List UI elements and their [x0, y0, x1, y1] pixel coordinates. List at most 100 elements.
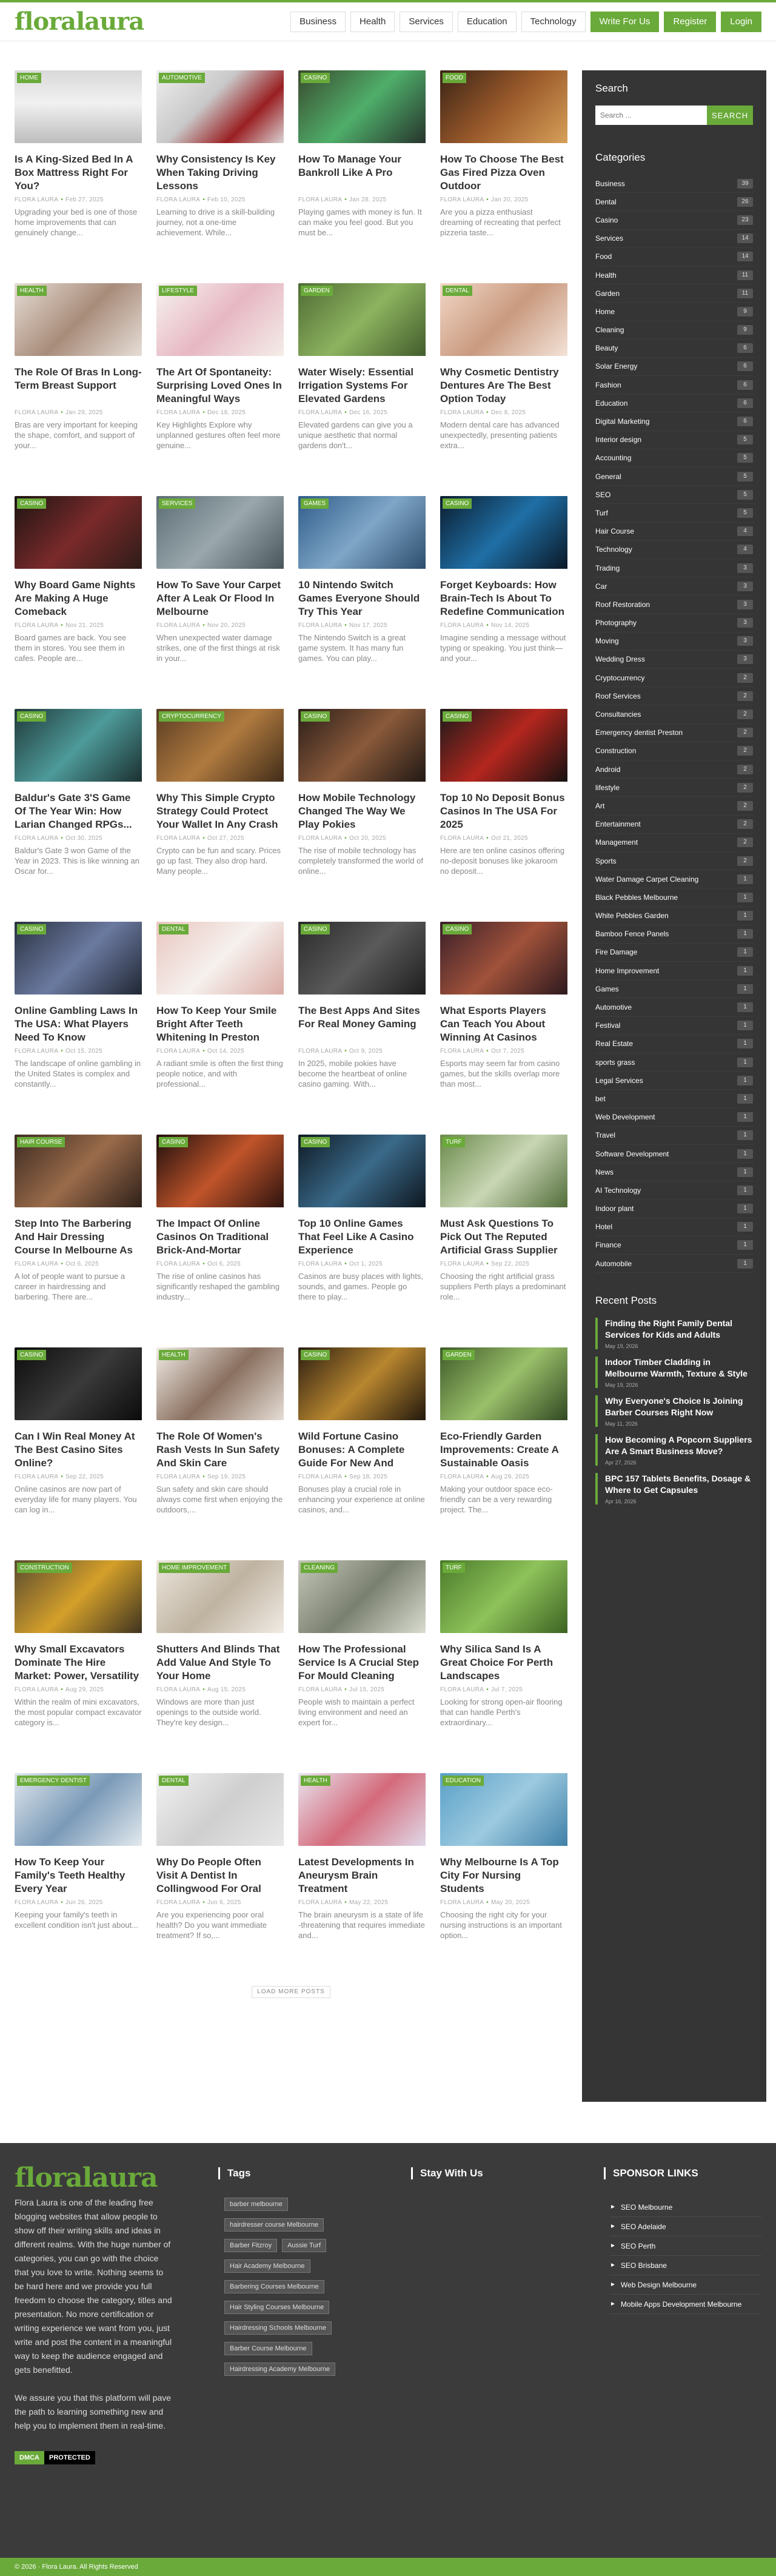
category-item[interactable]: Cryptocurrency 2	[595, 669, 753, 688]
category-badge[interactable]: DENTAL	[159, 924, 189, 934]
post-author[interactable]: FLORA LAURA	[15, 1048, 58, 1055]
category-item[interactable]: General 5	[595, 468, 753, 486]
post-author[interactable]: FLORA LAURA	[298, 835, 342, 842]
dmca-badge[interactable]: DMCA PROTECTED	[15, 2451, 207, 2464]
post-title[interactable]: How To Choose The Best Gas Fired Pizza O…	[440, 153, 567, 193]
tag-link[interactable]: Hairdressing Academy Melbourne	[224, 2363, 336, 2376]
category-name[interactable]: Black Pebbles Melbourne	[595, 893, 678, 902]
category-name[interactable]: Automotive	[595, 1003, 632, 1011]
post-card[interactable]: CASINO How To Manage Your Bankroll Like A…	[298, 70, 426, 261]
category-badge[interactable]: CASINO	[301, 73, 330, 83]
post-title[interactable]: The Impact Of Online Casinos On Traditio…	[156, 1217, 284, 1257]
category-name[interactable]: Interior design	[595, 435, 641, 444]
post-thumbnail[interactable]: DENTAL	[440, 283, 567, 356]
nav-register[interactable]: Register	[664, 11, 717, 32]
post-title[interactable]: 10 Nintendo Switch Games Everyone Should…	[298, 579, 426, 619]
post-thumbnail[interactable]: HOME IMPROVEMENT	[156, 1560, 284, 1633]
category-item[interactable]: Indoor plant 1	[595, 1200, 753, 1218]
sponsor-link-label[interactable]: SEO Brisbane	[621, 2261, 667, 2270]
category-item[interactable]: bet 1	[595, 1090, 753, 1109]
category-badge[interactable]: DENTAL	[159, 1776, 189, 1786]
category-badge[interactable]: HAIR COURSE	[17, 1137, 65, 1147]
category-name[interactable]: Dental	[595, 198, 617, 206]
tag-link[interactable]: Barber Course Melbourne	[224, 2342, 312, 2355]
post-author[interactable]: FLORA LAURA	[15, 835, 58, 842]
post-card[interactable]: CONSTRUCTION Why Small Excavators Dominat…	[15, 1560, 142, 1751]
post-card[interactable]: HAIR COURSE Step Into The Barbering And H…	[15, 1135, 142, 1325]
post-thumbnail[interactable]: FOOD	[440, 70, 567, 143]
category-name[interactable]: Sports	[595, 857, 617, 865]
category-name[interactable]: Entertainment	[595, 820, 641, 828]
sponsor-link-label[interactable]: SEO Perth	[621, 2242, 655, 2250]
sponsor-link-label[interactable]: Web Design Melbourne	[621, 2281, 697, 2289]
category-item[interactable]: Android 2	[595, 760, 753, 779]
post-title[interactable]: Top 10 Online Games That Feel Like A Cas…	[298, 1217, 426, 1257]
post-title[interactable]: How To Manage Your Bankroll Like A Pro	[298, 153, 426, 193]
post-card[interactable]: LIFESTYLE The Art Of Spontaneity: Surpris…	[156, 283, 284, 474]
recent-post-title[interactable]: Indoor Timber Cladding in Melbourne Warm…	[605, 1357, 753, 1380]
nav-business[interactable]: Business	[290, 11, 346, 32]
load-more-button[interactable]: LOAD MORE POSTS	[252, 1986, 330, 1998]
post-card[interactable]: CASINO The Impact Of Online Casinos On Tr…	[156, 1135, 284, 1325]
category-item[interactable]: Emergency dentist Preston 2	[595, 724, 753, 742]
post-title[interactable]: Shutters And Blinds That Add Value And S…	[156, 1643, 284, 1683]
category-item[interactable]: Interior design 5	[595, 431, 753, 449]
category-name[interactable]: Travel	[595, 1131, 615, 1139]
category-name[interactable]: Services	[595, 234, 623, 243]
post-card[interactable]: AUTOMOTIVE Why Consistency Is Key When Ta…	[156, 70, 284, 261]
category-badge[interactable]: CONSTRUCTION	[17, 1563, 72, 1573]
category-name[interactable]: Web Development	[595, 1113, 655, 1121]
post-thumbnail[interactable]: HAIR COURSE	[15, 1135, 142, 1207]
post-card[interactable]: HEALTH The Role Of Women's Rash Vests In …	[156, 1347, 284, 1538]
post-author[interactable]: FLORA LAURA	[156, 1474, 200, 1480]
post-thumbnail[interactable]: GAMES	[298, 496, 426, 569]
post-title[interactable]: How Mobile Technology Changed The Way We…	[298, 791, 426, 831]
category-name[interactable]: Games	[595, 985, 619, 993]
sponsor-link-label[interactable]: Mobile Apps Development Melbourne	[621, 2300, 741, 2309]
category-badge[interactable]: GARDEN	[301, 286, 333, 296]
post-card[interactable]: HOME Is A King-Sized Bed In A Box Mattres…	[15, 70, 142, 261]
recent-post-item[interactable]: How Becoming A Popcorn Suppliers Are A S…	[595, 1434, 753, 1466]
post-thumbnail[interactable]: EMERGENCY DENTIST	[15, 1773, 142, 1846]
category-item[interactable]: Construction 2	[595, 742, 753, 760]
post-thumbnail[interactable]: CASINO	[15, 922, 142, 995]
category-badge[interactable]: CLEANING	[301, 1563, 338, 1573]
post-thumbnail[interactable]: DENTAL	[156, 1773, 284, 1846]
category-item[interactable]: Accounting 5	[595, 449, 753, 468]
category-badge[interactable]: CASINO	[17, 498, 47, 509]
category-item[interactable]: Garden 11	[595, 284, 753, 303]
category-name[interactable]: Garden	[595, 289, 620, 298]
post-thumbnail[interactable]: HEALTH	[15, 283, 142, 356]
post-author[interactable]: FLORA LAURA	[15, 1899, 58, 1906]
post-card[interactable]: DENTAL How To Keep Your Smile Bright Afte…	[156, 922, 284, 1112]
post-thumbnail[interactable]: CLEANING	[298, 1560, 426, 1633]
category-name[interactable]: Real Estate	[595, 1039, 633, 1048]
tag-link[interactable]: barber melbourne	[224, 2198, 288, 2211]
category-badge[interactable]: GARDEN	[443, 1350, 475, 1360]
category-name[interactable]: Beauty	[595, 344, 618, 352]
sponsor-link[interactable]: ► SEO Perth	[610, 2236, 761, 2256]
post-card[interactable]: HEALTH The Role Of Bras In Long-Term Brea…	[15, 283, 142, 474]
post-title[interactable]: Why Small Excavators Dominate The Hire M…	[15, 1643, 142, 1683]
post-author[interactable]: FLORA LAURA	[440, 1899, 484, 1906]
category-name[interactable]: Accounting	[595, 454, 631, 462]
category-name[interactable]: Cleaning	[595, 326, 624, 334]
category-name[interactable]: News	[595, 1168, 614, 1176]
category-item[interactable]: Moving 3	[595, 632, 753, 651]
category-badge[interactable]: HOME IMPROVEMENT	[159, 1563, 230, 1573]
recent-post-title[interactable]: How Becoming A Popcorn Suppliers Are A S…	[605, 1434, 753, 1457]
category-name[interactable]: Solar Energy	[595, 362, 637, 371]
post-card[interactable]: CASINO Wild Fortune Casino Bonuses: A Com…	[298, 1347, 426, 1538]
sponsor-link[interactable]: ► Mobile Apps Development Melbourne	[610, 2295, 761, 2314]
category-item[interactable]: Trading 3	[595, 559, 753, 578]
recent-post-title[interactable]: BPC 157 Tablets Benefits, Dosage & Where…	[605, 1473, 753, 1496]
post-title[interactable]: Why Cosmetic Dentistry Dentures Are The …	[440, 366, 567, 406]
category-item[interactable]: Cleaning 9	[595, 321, 753, 340]
post-thumbnail[interactable]: HEALTH	[298, 1773, 426, 1846]
category-item[interactable]: Services 14	[595, 230, 753, 248]
post-card[interactable]: TURF Why Silica Sand Is A Great Choice Fo…	[440, 1560, 567, 1751]
post-author[interactable]: FLORA LAURA	[440, 1474, 484, 1480]
category-item[interactable]: Business 39	[595, 175, 753, 193]
recent-post-item[interactable]: Indoor Timber Cladding in Melbourne Warm…	[595, 1357, 753, 1389]
category-name[interactable]: Fire Damage	[595, 948, 637, 956]
